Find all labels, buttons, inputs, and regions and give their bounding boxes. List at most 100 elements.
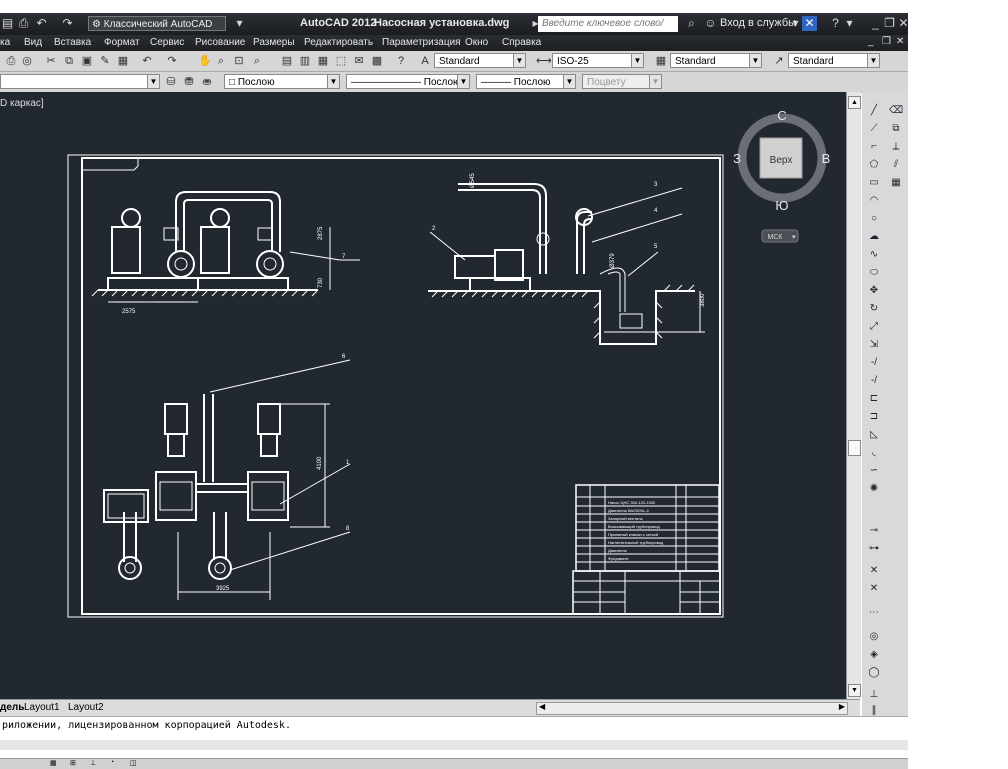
vertical-scrollbar[interactable]: ▲ ▼ xyxy=(846,92,861,699)
stretch-icon[interactable]: ⇲ xyxy=(867,338,881,352)
array-icon[interactable]: ▦ xyxy=(889,176,903,190)
line-icon[interactable]: ╱ xyxy=(867,104,881,118)
menu-item-window[interactable]: Окно xyxy=(465,37,488,48)
snap-center-icon[interactable]: ◎ xyxy=(867,630,881,644)
polygon-icon[interactable]: ⬠ xyxy=(867,158,881,172)
preview-icon[interactable]: ◎ xyxy=(20,54,34,68)
menu-item-parametric[interactable]: Параметризация xyxy=(382,37,461,48)
workspace-selector[interactable]: ⚙ Классический AutoCAD xyxy=(88,16,226,31)
doc-close-icon[interactable]: ✕ xyxy=(896,36,904,47)
grid-toggle-icon[interactable]: ⊞ xyxy=(70,759,76,767)
join-icon[interactable]: ⊐ xyxy=(867,410,881,424)
erase-icon[interactable]: ⌫ xyxy=(889,104,903,118)
blend-icon[interactable]: ∽ xyxy=(867,464,881,478)
table-style-select[interactable]: Standard ▼ xyxy=(670,53,762,68)
compass-east[interactable]: В xyxy=(822,151,831,166)
chamfer-icon[interactable]: ◺ xyxy=(867,428,881,442)
scroll-up-icon[interactable]: ▲ xyxy=(848,96,861,109)
zoom-previous-icon[interactable]: ⌕ xyxy=(250,54,264,68)
doc-minimize-icon[interactable]: _ xyxy=(868,36,874,47)
menu-item-draw[interactable]: Рисование xyxy=(195,37,245,48)
move-icon[interactable]: ✥ xyxy=(867,284,881,298)
dim-style-select[interactable]: ISO-25 ▼ xyxy=(552,53,644,68)
doc-restore-icon[interactable]: ❐ xyxy=(882,36,891,47)
circle-icon[interactable]: ○ xyxy=(867,212,881,226)
tab-model[interactable]: дель xyxy=(0,702,24,713)
scroll-down-icon[interactable]: ▼ xyxy=(848,684,861,697)
offset-icon[interactable]: ⫽ xyxy=(889,158,903,172)
scroll-right-icon[interactable]: ▶ xyxy=(839,702,845,711)
signin-link[interactable]: Вход в службы xyxy=(720,17,796,29)
close-icon[interactable]: ✕ xyxy=(896,16,911,31)
redo-icon[interactable]: ↷ xyxy=(165,54,179,68)
qa-customize-icon[interactable]: ▾ xyxy=(232,16,247,31)
snap-intersection-icon[interactable]: ✕ xyxy=(867,564,881,578)
open-icon[interactable]: ▤ xyxy=(0,16,15,31)
lineweight-select[interactable]: ——— Послою ▼ xyxy=(476,74,576,89)
scroll-left-icon[interactable]: ◀ xyxy=(539,702,545,711)
revcloud-icon[interactable]: ☁ xyxy=(867,230,881,244)
exchange-icon[interactable]: ✕ xyxy=(802,16,817,31)
text-style-select[interactable]: Standard ▼ xyxy=(434,53,526,68)
minimize-icon[interactable]: _ xyxy=(868,16,883,31)
arc-icon[interactable]: ◠ xyxy=(867,194,881,208)
print-icon[interactable]: ⎙ xyxy=(16,16,31,31)
menu-item-help[interactable]: Справка xyxy=(502,37,541,48)
zoom-realtime-icon[interactable]: ⌕ xyxy=(214,54,228,68)
text-style-icon[interactable]: A xyxy=(418,54,432,68)
undo-icon[interactable]: ↶ xyxy=(140,54,154,68)
mirror-icon[interactable]: ⟂ xyxy=(889,140,903,154)
trim-icon[interactable]: -/ xyxy=(867,356,881,370)
help-icon[interactable]: ? xyxy=(394,54,408,68)
print-icon[interactable]: ⎙ xyxy=(4,54,18,68)
menu-item-modify[interactable]: Редактировать xyxy=(304,37,373,48)
table-style-icon[interactable]: ▦ xyxy=(654,54,668,68)
copy-object-icon[interactable]: ⧉ xyxy=(889,122,903,136)
rotate-icon[interactable]: ↻ xyxy=(867,302,881,316)
linetype-select[interactable]: ——————— Послою ▼ xyxy=(346,74,470,89)
break-icon[interactable]: ⊏ xyxy=(867,392,881,406)
spline-icon[interactable]: ∿ xyxy=(867,248,881,262)
compass-south[interactable]: Ю xyxy=(775,198,788,213)
binoculars-icon[interactable]: ⌕ xyxy=(684,16,699,31)
restore-icon[interactable]: ❐ xyxy=(882,16,897,31)
polar-toggle-icon[interactable]: ◔ xyxy=(110,759,114,766)
menu-item-dimensions[interactable]: Размеры xyxy=(253,37,295,48)
menu-item-insert[interactable]: Вставка xyxy=(54,37,91,48)
ellipse-icon[interactable]: ⬭ xyxy=(867,266,881,280)
snap-quadrant-icon[interactable]: ◈ xyxy=(867,648,881,662)
tab-layout2[interactable]: Layout2 xyxy=(68,702,104,713)
quickcalc-icon[interactable]: ▩ xyxy=(370,54,384,68)
menu-item-tools[interactable]: Сервис xyxy=(150,37,184,48)
viewcube[interactable]: Верх С Ю В З МСК ▾ xyxy=(733,108,831,243)
help-button[interactable]: ? xyxy=(828,16,843,31)
tab-layout1[interactable]: Layout1 xyxy=(24,702,60,713)
explode-icon[interactable]: ✺ xyxy=(867,482,881,496)
layer-select[interactable]: ▼ xyxy=(0,74,160,89)
polyline-icon[interactable]: ⌐ xyxy=(867,140,881,154)
layer-previous-icon[interactable]: ⛃ xyxy=(182,75,196,89)
compass-north[interactable]: С xyxy=(777,108,786,123)
design-center-icon[interactable]: ▥ xyxy=(298,54,312,68)
snap-toggle-icon[interactable]: ▦ xyxy=(50,759,57,767)
color-select[interactable]: □ Послою ▼ xyxy=(224,74,340,89)
dim-style-icon[interactable]: ⟷ xyxy=(536,54,552,68)
search-input[interactable]: Введите ключевое слово/фразу xyxy=(538,16,678,45)
redo-icon[interactable]: ↷ xyxy=(60,16,75,31)
snap-endpoint-icon[interactable]: ⊸ xyxy=(867,524,881,538)
compass-west[interactable]: З xyxy=(733,151,741,166)
snap-midpoint-icon[interactable]: ⊶ xyxy=(867,542,881,556)
help-dropdown-icon[interactable]: ▾ xyxy=(842,16,857,31)
construction-line-icon[interactable]: ⟋ xyxy=(867,122,881,136)
markup-icon[interactable]: ✉ xyxy=(352,54,366,68)
properties-icon[interactable]: ▤ xyxy=(280,54,294,68)
fillet-icon[interactable]: ◟ xyxy=(867,446,881,460)
multileader-style-icon[interactable]: ↗ xyxy=(772,54,786,68)
horizontal-scrollbar[interactable]: ◀ ▶ xyxy=(536,702,848,715)
match-properties-icon[interactable]: ✎ xyxy=(98,54,112,68)
layer-states-icon[interactable]: ⛂ xyxy=(200,75,214,89)
make-current-layer-icon[interactable]: ⛁ xyxy=(164,75,178,89)
dropdown-icon[interactable]: ▾ xyxy=(788,16,803,31)
osnap-toggle-icon[interactable]: ◫ xyxy=(130,759,137,767)
copy-icon[interactable]: ⧉ xyxy=(62,54,76,68)
